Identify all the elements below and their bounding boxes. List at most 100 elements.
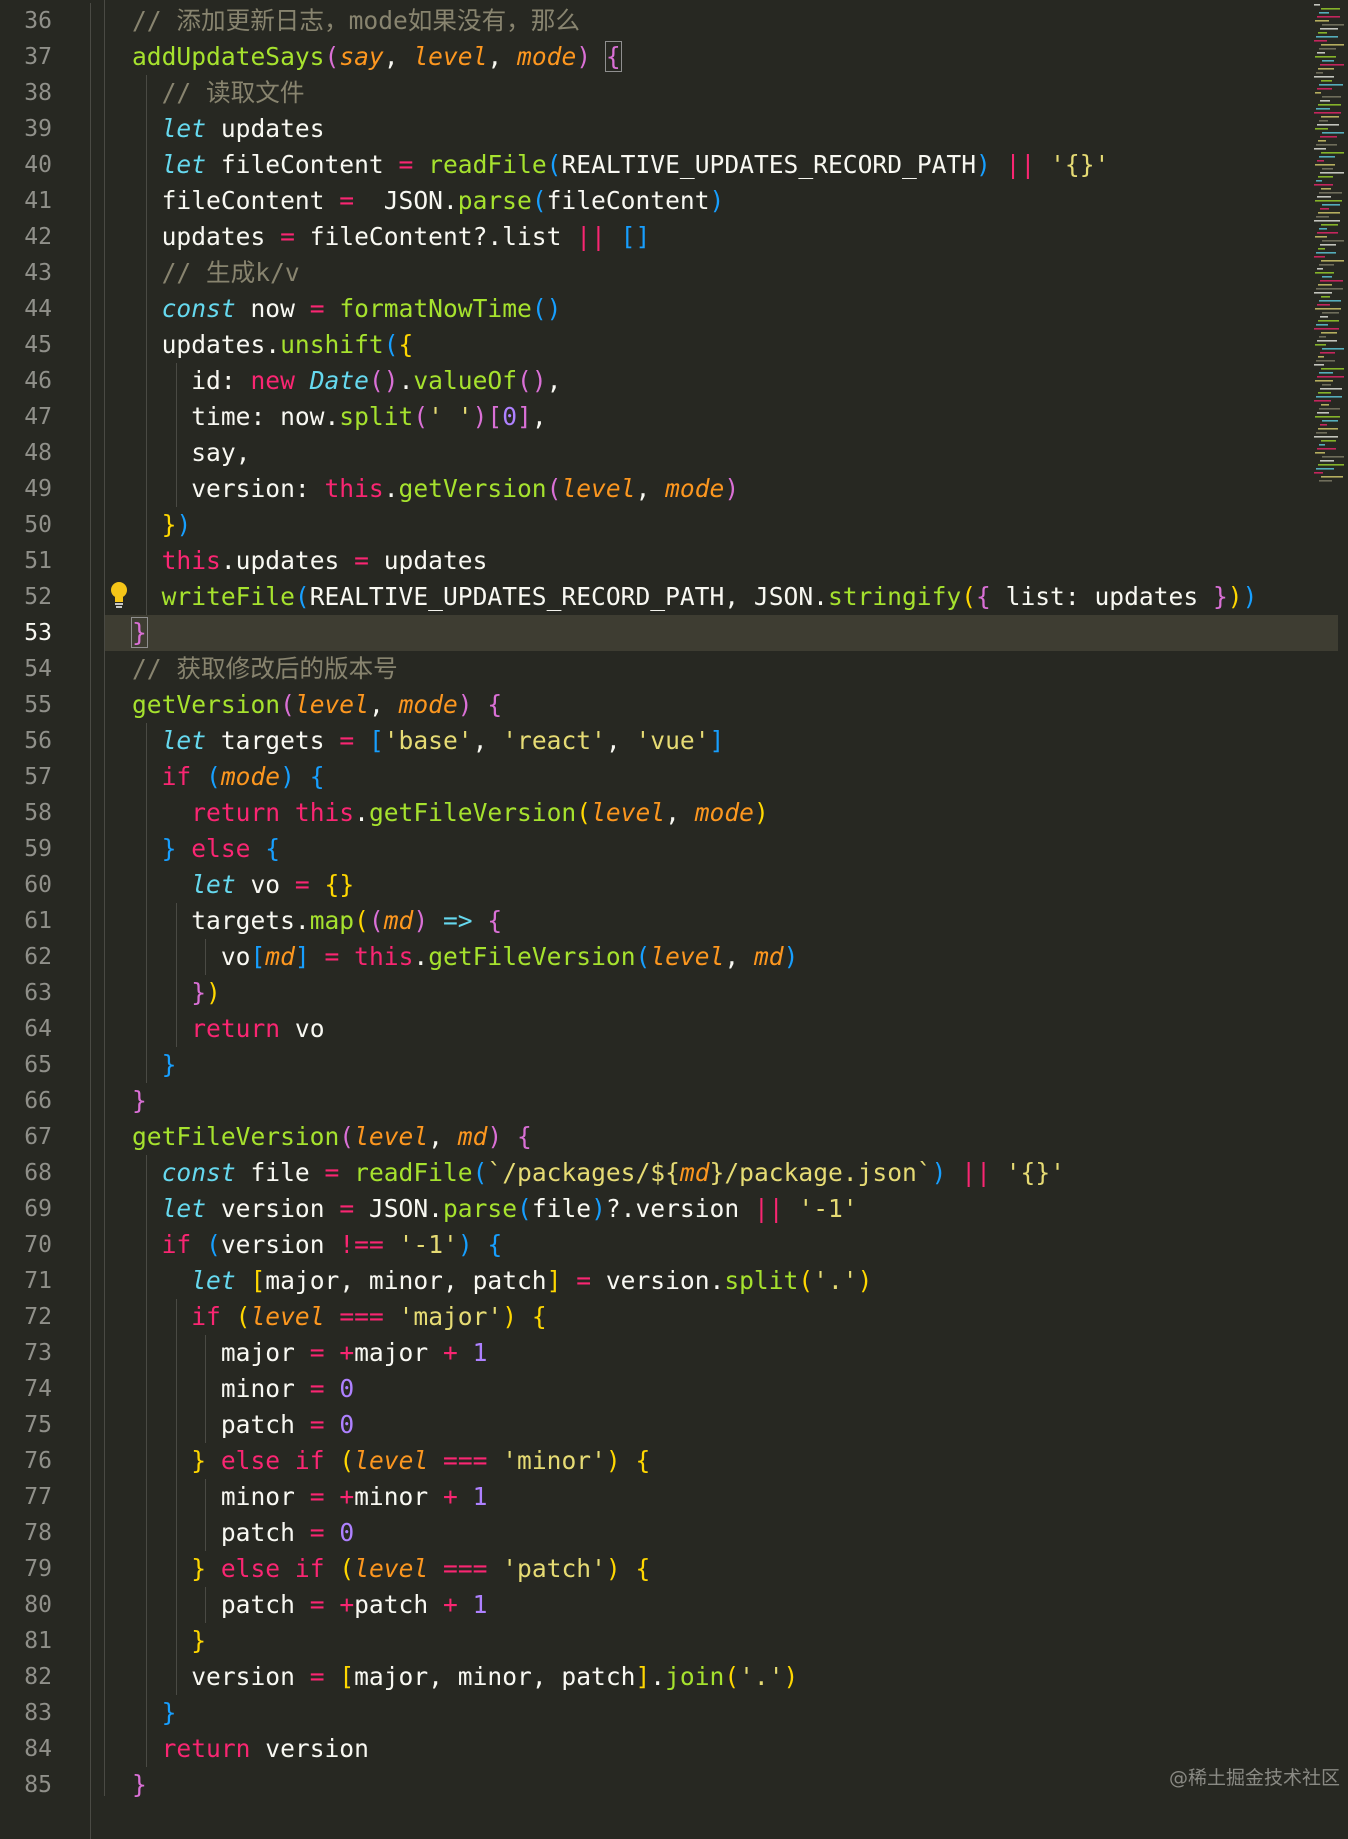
code-editor[interactable]: 36 37 38 39 40 41 42 43 44 45 46 47 48 49 50 51 52 53 54 55… bbox=[0, 0, 1348, 1839]
code-line[interactable]: version = [major, minor, patch].join('.'… bbox=[104, 1659, 1340, 1695]
code-line[interactable]: writeFile(REALTIVE_UPDATES_RECORD_PATH, … bbox=[104, 579, 1340, 615]
code-line[interactable]: let updates bbox=[104, 111, 1340, 147]
code-token: this bbox=[294, 798, 355, 827]
code-token: fileContent?.list bbox=[294, 222, 577, 251]
code-token: file bbox=[235, 1158, 325, 1187]
minimap-line bbox=[1321, 188, 1331, 190]
line-number: 48 bbox=[24, 440, 52, 466]
minimap-line bbox=[1314, 472, 1323, 474]
code-line[interactable]: this.updates = updates bbox=[104, 543, 1340, 579]
code-line[interactable]: } else if (level === 'patch') { bbox=[104, 1551, 1340, 1587]
line-number: 83 bbox=[24, 1700, 52, 1726]
code-line[interactable]: vo[md] = this.getFileVersion(level, md) bbox=[104, 939, 1340, 975]
code-line[interactable]: patch = +patch + 1 bbox=[104, 1587, 1340, 1623]
code-token: stringify bbox=[827, 582, 962, 611]
code-line[interactable]: minor = +minor + 1 bbox=[104, 1479, 1340, 1515]
code-token: , bbox=[546, 366, 562, 395]
code-line[interactable]: addUpdateSays(say, level, mode) { bbox=[104, 39, 1340, 75]
code-line[interactable]: if (level === 'major') { bbox=[104, 1299, 1340, 1335]
code-line[interactable]: }) bbox=[104, 507, 1340, 543]
code-token: ) bbox=[457, 690, 473, 719]
code-line[interactable]: if (mode) { bbox=[104, 759, 1340, 795]
code-line[interactable]: if (version !== '-1') { bbox=[104, 1227, 1340, 1263]
code-line[interactable]: } bbox=[104, 615, 1338, 651]
minimap-line bbox=[1321, 296, 1330, 298]
code-line[interactable]: let [major, minor, patch] = version.spli… bbox=[104, 1263, 1340, 1299]
minimap-line bbox=[1319, 156, 1335, 158]
code-line[interactable]: // 生成k/v bbox=[104, 255, 1340, 291]
code-line[interactable]: minor = 0 bbox=[104, 1371, 1340, 1407]
minimap-line bbox=[1322, 420, 1338, 422]
code-token: JSON. bbox=[354, 1194, 443, 1223]
minimap[interactable] bbox=[1312, 0, 1348, 500]
minimap-line bbox=[1316, 468, 1334, 470]
code-token: { bbox=[517, 1122, 532, 1151]
code-line[interactable]: return version bbox=[104, 1731, 1340, 1767]
code-token: split bbox=[724, 1266, 799, 1295]
minimap-line bbox=[1318, 356, 1324, 358]
line-number: 40 bbox=[24, 152, 52, 178]
minimap-line bbox=[1321, 440, 1336, 442]
code-line[interactable]: version: this.getVersion(level, mode) bbox=[104, 471, 1340, 507]
code-line[interactable]: major = +major + 1 bbox=[104, 1335, 1340, 1371]
minimap-line bbox=[1316, 144, 1337, 146]
code-token: ) bbox=[783, 942, 799, 971]
code-line[interactable]: // 读取文件 bbox=[104, 75, 1340, 111]
code-line[interactable]: const file = readFile(`/packages/${md}/p… bbox=[104, 1155, 1340, 1191]
code-token: 'minor' bbox=[502, 1446, 606, 1475]
code-line[interactable]: } bbox=[104, 1695, 1340, 1731]
code-line[interactable]: } bbox=[104, 1047, 1340, 1083]
code-area[interactable]: // 添加更新日志，mode如果没有，那么 addUpdateSays(say, … bbox=[90, 0, 1338, 1839]
minimap-line bbox=[1316, 432, 1327, 434]
code-token: , bbox=[724, 942, 754, 971]
minimap-line bbox=[1321, 8, 1340, 10]
line-number: 74 bbox=[24, 1376, 52, 1402]
indent-guide bbox=[176, 363, 177, 507]
code-line[interactable]: getVersion(level, mode) { bbox=[104, 687, 1340, 723]
code-line[interactable]: let vo = {} bbox=[104, 867, 1340, 903]
code-token: ( bbox=[294, 582, 310, 611]
code-line[interactable]: } bbox=[104, 1083, 1340, 1119]
code-line[interactable]: id: new Date().valueOf(), bbox=[104, 363, 1340, 399]
code-line[interactable]: getFileVersion(level, md) { bbox=[104, 1119, 1340, 1155]
code-line[interactable]: updates.unshift({ bbox=[104, 327, 1340, 363]
code-line[interactable]: // 获取修改后的版本号 bbox=[104, 651, 1340, 687]
code-token: + bbox=[339, 1338, 355, 1367]
code-line[interactable]: } bbox=[104, 1623, 1340, 1659]
code-token: } bbox=[191, 1554, 207, 1583]
code-token: getVersion bbox=[132, 690, 281, 719]
code-token: ) bbox=[591, 1194, 606, 1223]
code-token: ) bbox=[783, 1662, 799, 1691]
code-line[interactable]: return this.getFileVersion(level, mode) bbox=[104, 795, 1340, 831]
code-line[interactable]: let fileContent = readFile(REALTIVE_UPDA… bbox=[104, 147, 1340, 183]
line-number: 72 bbox=[24, 1304, 52, 1330]
code-line[interactable]: time: now.split(' ')[0], bbox=[104, 399, 1340, 435]
code-line[interactable]: } else if (level === 'minor') { bbox=[104, 1443, 1340, 1479]
code-line[interactable]: return vo bbox=[104, 1011, 1340, 1047]
code-line[interactable]: let targets = ['base', 'react', 'vue'] bbox=[104, 723, 1340, 759]
code-token: . bbox=[650, 1662, 666, 1691]
code-line[interactable]: // 添加更新日志，mode如果没有，那么 bbox=[104, 3, 1340, 39]
code-token: // 添加更新日志，mode如果没有，那么 bbox=[132, 6, 580, 35]
code-line[interactable]: }) bbox=[104, 975, 1340, 1011]
code-line[interactable]: patch = 0 bbox=[104, 1407, 1340, 1443]
code-line[interactable]: fileContent = JSON.parse(fileContent) bbox=[104, 183, 1340, 219]
lightbulb-icon[interactable] bbox=[108, 580, 130, 610]
code-line[interactable]: } bbox=[104, 1767, 1340, 1803]
code-line[interactable]: patch = 0 bbox=[104, 1515, 1340, 1551]
code-line[interactable]: updates = fileContent?.list || [] bbox=[104, 219, 1340, 255]
code-line[interactable]: say, bbox=[104, 435, 1340, 471]
code-line[interactable]: let version = JSON.parse(file)?.version … bbox=[104, 1191, 1340, 1227]
code-line[interactable]: targets.map((md) => { bbox=[104, 903, 1340, 939]
code-line[interactable]: } else { bbox=[104, 831, 1340, 867]
code-line[interactable]: const now = formatNowTime() bbox=[104, 291, 1340, 327]
code-token: 'vue' bbox=[635, 726, 710, 755]
code-token: { bbox=[976, 582, 991, 611]
minimap-line bbox=[1319, 480, 1332, 482]
